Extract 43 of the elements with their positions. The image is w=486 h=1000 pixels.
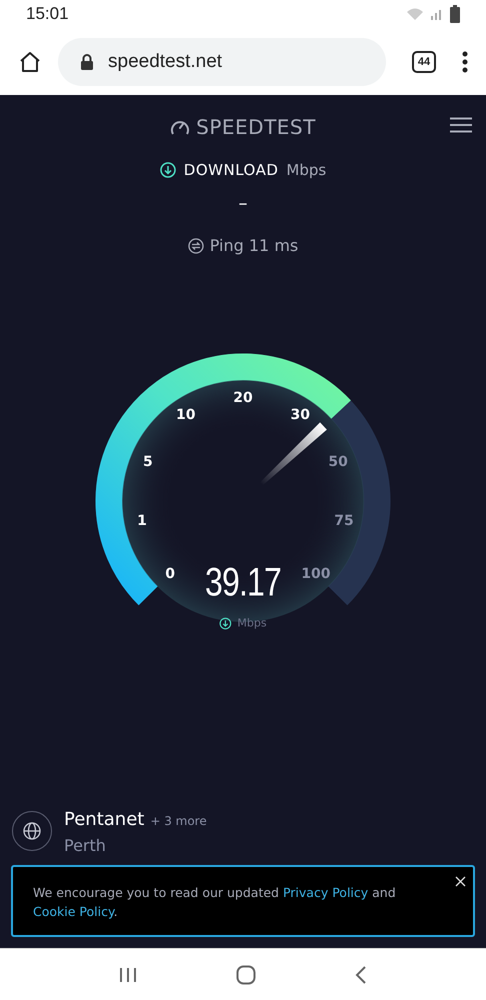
more-icon[interactable] bbox=[462, 50, 468, 72]
notice-text: We encourage you to read our updated Privacy Policy and Cookie Policy. bbox=[33, 884, 397, 921]
more-servers-link[interactable]: + 3 more bbox=[150, 814, 207, 828]
gauge-needle bbox=[260, 422, 327, 486]
ping-icon bbox=[188, 238, 204, 254]
gauge-icon bbox=[170, 118, 190, 136]
gauge-tick-label: 10 bbox=[176, 407, 196, 424]
gauge-tick-label: 0 bbox=[165, 566, 176, 582]
download-value: – bbox=[238, 193, 248, 214]
gauge-tick-label: 5 bbox=[142, 454, 153, 470]
download-icon bbox=[219, 617, 232, 629]
gauge-tick-label: 30 bbox=[290, 407, 310, 424]
gauge-tick-label: 20 bbox=[233, 390, 253, 406]
signal-icon bbox=[430, 7, 444, 21]
policy-link[interactable]: Cookie Policy bbox=[33, 904, 114, 919]
status-time: 15:01 bbox=[26, 4, 69, 24]
wifi-icon bbox=[406, 7, 424, 21]
gauge-tick-label: 75 bbox=[334, 513, 354, 530]
address-bar[interactable]: speedtest.net bbox=[58, 38, 386, 86]
gauge-tick-label: 1 bbox=[137, 513, 147, 530]
gauge-tick-label: 50 bbox=[328, 454, 348, 470]
url-text: speedtest.net bbox=[108, 50, 222, 72]
menu-icon[interactable] bbox=[450, 117, 472, 133]
tab-count-button[interactable]: 44 bbox=[412, 50, 436, 72]
home-icon[interactable] bbox=[18, 50, 42, 74]
recent-apps-icon[interactable] bbox=[119, 966, 138, 982]
close-icon[interactable] bbox=[455, 876, 466, 887]
lock-icon bbox=[80, 54, 94, 70]
policy-link[interactable]: Privacy Policy bbox=[282, 885, 368, 900]
gauge-tick-label: 100 bbox=[301, 566, 330, 582]
download-unit: Mbps bbox=[286, 161, 326, 179]
battery-icon bbox=[450, 5, 460, 23]
download-icon bbox=[160, 162, 176, 178]
speedtest-logo[interactable]: SPEEDTEST bbox=[196, 115, 316, 139]
speed-unit: Mbps bbox=[237, 616, 267, 630]
speed-reading: 39.17 bbox=[204, 560, 282, 606]
server-location: Perth bbox=[64, 836, 107, 855]
ping-text: Ping 11 ms bbox=[210, 236, 298, 255]
back-icon[interactable] bbox=[354, 966, 367, 984]
server-name[interactable]: Pentanet bbox=[64, 809, 144, 830]
home-button-icon[interactable] bbox=[236, 964, 256, 984]
globe-icon[interactable] bbox=[12, 811, 52, 851]
download-label: DOWNLOAD bbox=[184, 161, 278, 179]
